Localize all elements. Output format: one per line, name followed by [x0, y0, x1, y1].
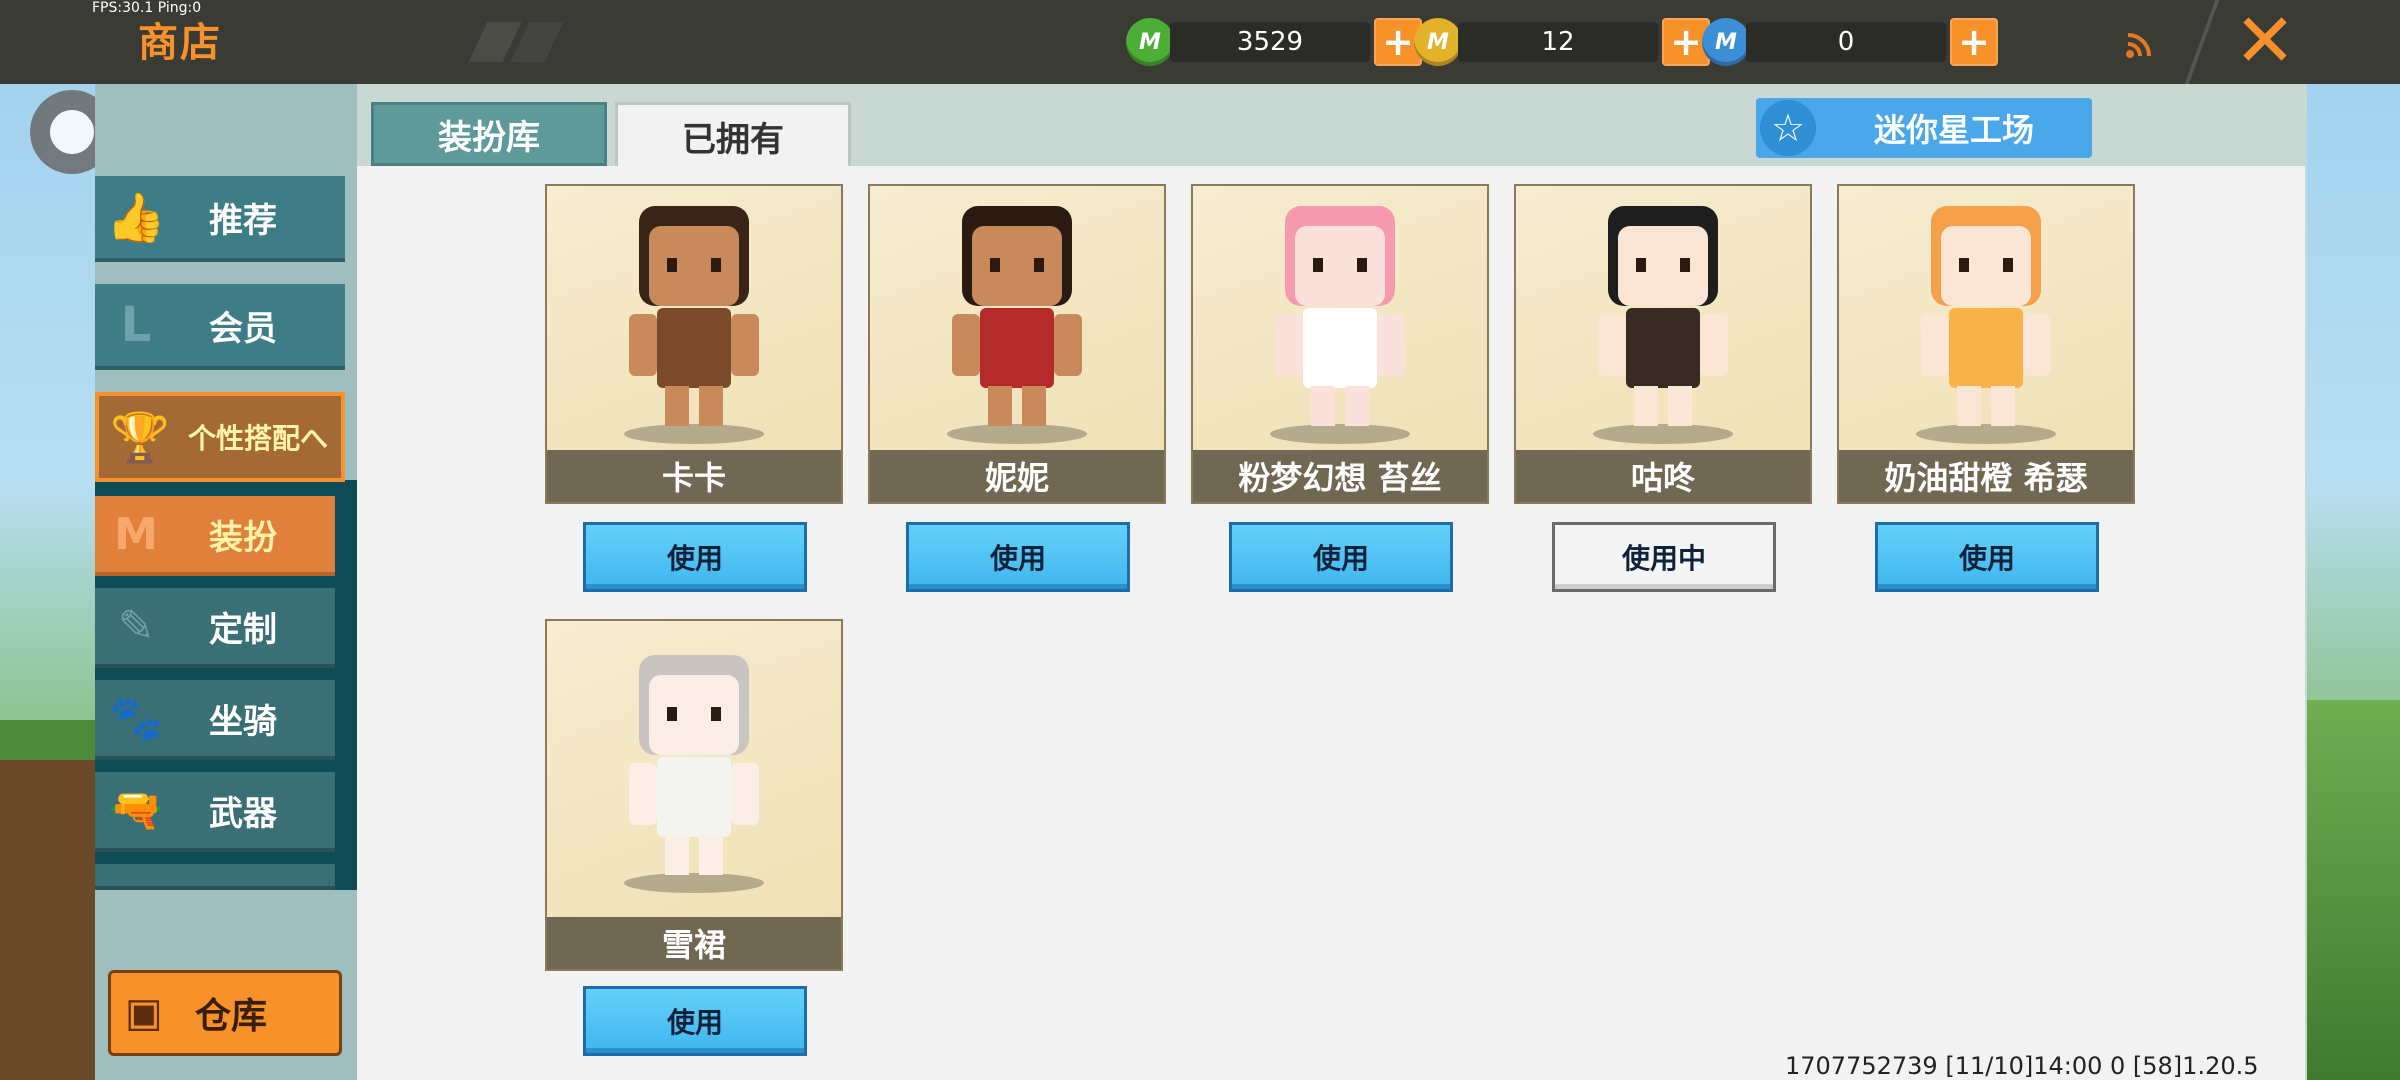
sidebar-subitem-weapon[interactable]: 🔫 武器 — [95, 772, 335, 852]
skin-name: 咕咚 — [1516, 450, 1810, 502]
sidebar-item-label: 个性搭配へ — [187, 422, 328, 455]
sidebar-subitem-outfit[interactable]: M 装扮 — [95, 496, 335, 576]
skin-name: 粉梦幻想 苔丝 — [1193, 450, 1487, 502]
tab-owned[interactable]: 已拥有 — [615, 102, 851, 168]
gold-coin-icon: M — [1414, 18, 1462, 66]
thumbs-up-icon: 👍 — [106, 189, 166, 246]
skin-card[interactable]: 奶油甜橙 希瑟 — [1837, 184, 2135, 504]
green-gem-icon: M — [1126, 18, 1174, 66]
add-currency-button[interactable]: + — [1950, 18, 1998, 66]
sidebar-subitem-custom[interactable]: ✎ 定制 — [95, 588, 335, 668]
sidebar-subitem-partial[interactable] — [95, 864, 335, 890]
page-title: 商店 — [138, 20, 222, 66]
currency-green: M 3529 + — [1126, 14, 1422, 70]
use-skin-button[interactable]: 使用 — [1875, 522, 2099, 592]
mount-icon: 🐾 — [108, 693, 164, 744]
use-skin-button[interactable]: 使用 — [583, 986, 807, 1056]
use-skin-button[interactable]: 使用 — [1229, 522, 1453, 592]
skin-card[interactable]: 雪裙 — [545, 619, 843, 971]
revolver-icon: 🔫 — [108, 785, 164, 836]
sidebar-item-label: 会员 — [209, 308, 277, 349]
version-info: 1707752739 [11/10]14:00 0 [58]1.20.5 — [1785, 1052, 2259, 1080]
skin-figure — [1901, 196, 2071, 446]
currency-value: 0 — [1746, 22, 1946, 62]
blue-coin-icon: M — [1702, 18, 1750, 66]
background-block-left — [0, 760, 95, 1080]
currency-gold: M 12 + — [1414, 14, 1710, 70]
sidebar-item-label: 装扮 — [209, 517, 277, 558]
skin-figure — [932, 196, 1102, 446]
signal-icon[interactable] — [2124, 30, 2154, 60]
currency-value: 3529 — [1170, 22, 1370, 62]
top-bar: FPS:30.1 Ping:0 商店 M 3529 + M 12 + M 0 +… — [0, 0, 2400, 84]
owned-skins-grid: 卡卡 使用 妮妮 使用 粉梦幻想 苔丝 使用 咕咚 使用中 奶油甜橙 希瑟 使用… — [357, 166, 2305, 1080]
skin-name: 卡卡 — [547, 450, 841, 502]
sidebar-item-personal-style[interactable]: 🏆 个性搭配へ — [95, 392, 345, 482]
skin-card[interactable]: 粉梦幻想 苔丝 — [1191, 184, 1489, 504]
divider — [2184, 0, 2220, 84]
skin-figure — [609, 645, 779, 895]
pencil-icon: ✎ — [117, 600, 155, 652]
skin-card[interactable]: 妮妮 — [868, 184, 1166, 504]
workshop-label: 迷你星工场 — [1873, 111, 2034, 149]
use-skin-button[interactable]: 使用 — [583, 522, 807, 592]
currency-value: 12 — [1458, 22, 1658, 62]
vip-icon: L — [120, 297, 152, 353]
skin-card[interactable]: 咕咚 — [1514, 184, 1812, 504]
skin-name: 妮妮 — [870, 450, 1164, 502]
in-use-skin-button[interactable]: 使用中 — [1552, 522, 1776, 592]
m-shirt-icon: M — [114, 508, 158, 560]
close-icon[interactable]: ✕ — [2230, 4, 2300, 78]
skin-card[interactable]: 卡卡 — [545, 184, 843, 504]
chest-icon: ▣ — [125, 990, 163, 1036]
decor-stripe — [510, 22, 564, 62]
trophy-icon: 🏆 — [110, 409, 170, 466]
sidebar-item-label: 定制 — [209, 609, 277, 650]
mini-workshop-button[interactable]: ☆ 迷你星工场 — [1756, 98, 2092, 158]
use-skin-button[interactable]: 使用 — [906, 522, 1130, 592]
tab-library[interactable]: 装扮库 — [371, 102, 607, 166]
sidebar-item-recommend[interactable]: 👍 推荐 — [95, 176, 345, 262]
sidebar-subitem-mount[interactable]: 🐾 坐骑 — [95, 680, 335, 760]
skin-figure — [1578, 196, 1748, 446]
skin-figure — [1255, 196, 1425, 446]
sidebar-item-label: 坐骑 — [209, 701, 277, 742]
skin-name: 雪裙 — [547, 917, 841, 969]
warehouse-label: 仓库 — [195, 996, 268, 1037]
sidebar-item-label: 武器 — [209, 793, 277, 834]
sidebar-item-label: 推荐 — [209, 200, 277, 241]
skin-figure — [609, 196, 779, 446]
star-icon: ☆ — [1760, 100, 1816, 156]
sidebar-item-vip[interactable]: L 会员 — [95, 284, 345, 370]
currency-blue: M 0 + — [1702, 14, 1998, 70]
skin-name: 奶油甜橙 希瑟 — [1839, 450, 2133, 502]
warehouse-button[interactable]: ▣ 仓库 — [108, 970, 342, 1056]
